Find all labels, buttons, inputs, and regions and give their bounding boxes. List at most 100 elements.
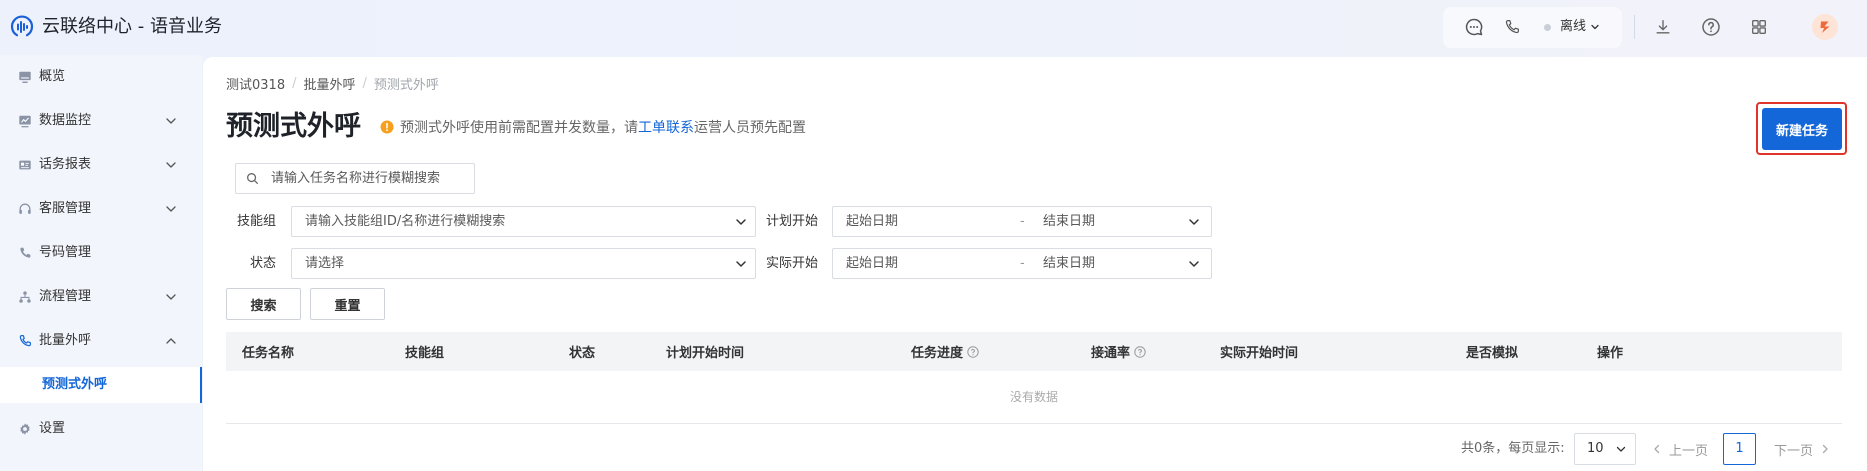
task-search-box xyxy=(235,163,475,194)
column-header-label: 接通率 xyxy=(1091,346,1131,361)
chevron-up-icon xyxy=(165,335,177,347)
sidebar-item-label: 批量外呼 xyxy=(39,333,92,348)
sidebar-item-label: 话务报表 xyxy=(39,157,92,172)
question-circle-icon[interactable] xyxy=(1134,345,1146,358)
column-header: 计划开始时间 xyxy=(666,346,745,361)
status-select[interactable] xyxy=(291,248,756,279)
gear-icon xyxy=(18,422,32,436)
apps-grid-icon[interactable] xyxy=(1750,18,1768,36)
plan-start-to-input[interactable] xyxy=(1043,207,1183,236)
next-page-button[interactable]: 下一页 xyxy=(1774,433,1831,465)
column-header: 实际开始时间 xyxy=(1220,346,1299,361)
actual-start-from-input[interactable] xyxy=(846,249,1006,278)
chevron-down-icon xyxy=(1187,215,1201,229)
date-range-separator: - xyxy=(1020,256,1025,271)
download-icon[interactable] xyxy=(1654,18,1672,36)
page-title: 预测式外呼 xyxy=(226,111,361,142)
app-brand[interactable]: 云联络中心 - 语音业务 xyxy=(10,14,222,40)
user-avatar[interactable] xyxy=(1811,13,1839,41)
plan-start-label: 计划开始 xyxy=(765,214,818,229)
new-task-button[interactable]: 新建任务 xyxy=(1762,108,1842,150)
sidebar-item-data-monitor[interactable]: 数据监控 xyxy=(0,99,202,143)
breadcrumb-item[interactable]: 批量外呼 xyxy=(303,74,355,93)
column-header: 操作 xyxy=(1597,346,1624,361)
chevron-down-icon xyxy=(1615,443,1627,455)
header-divider xyxy=(1634,15,1635,39)
sidebar-item-predictive-outbound[interactable]: 预测式外呼 xyxy=(0,363,202,407)
phone-icon[interactable] xyxy=(1503,18,1521,36)
main-content: 测试0318 / 批量外呼 / 预测式外呼 预测式外呼 预测式外呼使用前需配置并… xyxy=(203,57,1867,471)
breadcrumb-separator: / xyxy=(292,75,297,91)
task-table: 任务名称 技能组 状态 计划开始时间 任务进度 接通率 实际开始时间 是否模拟 … xyxy=(226,332,1842,424)
sidebar-item-label: 流程管理 xyxy=(39,289,92,304)
chat-icon[interactable] xyxy=(1464,17,1484,37)
column-header: 是否模拟 xyxy=(1466,346,1519,361)
sidebar-item-settings[interactable]: 设置 xyxy=(0,407,202,451)
sidebar-item-label: 设置 xyxy=(39,421,66,436)
sidebar-item-flow-management[interactable]: 流程管理 xyxy=(0,275,202,319)
sidebar-item-traffic-report[interactable]: 话务报表 xyxy=(0,143,202,187)
sidebar-item-label: 客服管理 xyxy=(39,201,92,216)
agent-status-text: 离线 xyxy=(1560,19,1587,34)
search-button[interactable]: 搜索 xyxy=(226,288,301,320)
data-monitor-icon xyxy=(18,114,32,128)
status-select-input[interactable] xyxy=(305,249,725,278)
help-icon[interactable] xyxy=(1701,17,1721,37)
info-icon xyxy=(380,120,394,134)
breadcrumb-separator: / xyxy=(362,75,367,91)
page-size-select[interactable]: 10 xyxy=(1574,433,1636,465)
overview-icon xyxy=(18,70,32,84)
column-header-progress: 任务进度 xyxy=(911,332,979,371)
chevron-down-icon xyxy=(1590,22,1600,32)
sidebar-item-agent-management[interactable]: 客服管理 xyxy=(0,187,202,231)
plan-start-date-range[interactable]: - xyxy=(832,206,1212,237)
breadcrumb: 测试0318 / 批量外呼 / 预测式外呼 xyxy=(226,74,439,93)
column-header: 任务名称 xyxy=(242,346,295,361)
sidebar-item-number-management[interactable]: 号码管理 xyxy=(0,231,202,275)
plan-start-from-input[interactable] xyxy=(846,207,1006,236)
outbound-call-icon xyxy=(18,334,32,348)
status-label: 状态 xyxy=(249,256,276,271)
actual-start-label: 实际开始 xyxy=(765,256,818,271)
ticket-contact-link[interactable]: 工单联系 xyxy=(638,117,694,137)
sidebar-item-batch-outbound[interactable]: 批量外呼 xyxy=(0,319,202,363)
chevron-down-icon xyxy=(165,115,177,127)
flow-icon xyxy=(18,290,32,304)
reset-button[interactable]: 重置 xyxy=(310,288,385,320)
sidebar-item-label: 号码管理 xyxy=(39,245,92,260)
chevron-down-icon xyxy=(165,291,177,303)
agent-status-dropdown[interactable]: 离线 xyxy=(1544,17,1600,37)
chevron-down-icon xyxy=(734,215,748,229)
sidebar-item-overview[interactable]: 概览 xyxy=(0,55,202,99)
chevron-down-icon xyxy=(734,257,748,271)
actual-start-to-input[interactable] xyxy=(1043,249,1183,278)
sidebar-item-label: 概览 xyxy=(39,69,66,84)
prev-page-button[interactable]: 上一页 xyxy=(1651,433,1708,465)
table-empty-state: 没有数据 xyxy=(226,371,1842,424)
column-header: 状态 xyxy=(569,346,596,361)
page-number-current[interactable]: 1 xyxy=(1723,433,1756,465)
skill-group-input[interactable] xyxy=(305,207,725,236)
prev-page-label: 上一页 xyxy=(1669,443,1709,459)
phone-number-icon xyxy=(18,246,32,260)
table-header: 任务名称 技能组 状态 计划开始时间 任务进度 接通率 实际开始时间 是否模拟 … xyxy=(226,332,1842,371)
breadcrumb-item[interactable]: 测试0318 xyxy=(226,74,285,93)
column-header-label: 任务进度 xyxy=(911,346,964,361)
task-search-input[interactable] xyxy=(271,164,471,193)
notice-text: 预测式外呼使用前需配置并发数量，请 xyxy=(400,120,638,136)
chevron-down-icon xyxy=(1187,257,1201,271)
voice-wave-logo-icon xyxy=(10,15,34,39)
search-icon xyxy=(246,172,259,185)
chevron-left-icon xyxy=(1651,443,1663,455)
skill-group-label: 技能组 xyxy=(236,214,276,229)
question-circle-icon[interactable] xyxy=(967,345,979,358)
app-title: 云联络中心 - 语音业务 xyxy=(42,16,222,37)
page-notice: 预测式外呼使用前需配置并发数量，请 工单联系 运营人员预先配置 xyxy=(380,118,806,136)
pagination: 共0条，每页显示: 10 上一页 1 下一页 xyxy=(203,433,1867,465)
actual-start-date-range[interactable]: - xyxy=(832,248,1212,279)
headset-icon xyxy=(18,202,32,216)
page-size-value: 10 xyxy=(1587,441,1604,456)
skill-group-select[interactable] xyxy=(291,206,756,237)
chevron-down-icon xyxy=(165,203,177,215)
top-bar: 云联络中心 - 语音业务 离线 xyxy=(0,0,1867,57)
